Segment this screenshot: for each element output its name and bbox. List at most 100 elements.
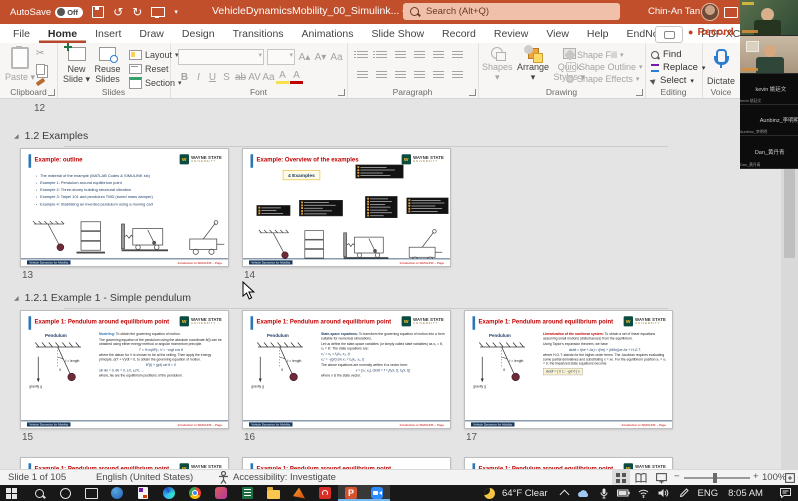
line-spacing-button[interactable]	[433, 51, 444, 60]
align-center-button[interactable]	[376, 71, 387, 80]
slide-12-number[interactable]: 12	[34, 103, 45, 114]
slide-16-thumbnail[interactable]: Example 1: Pendulum around equilibrium p…	[242, 310, 451, 429]
action-center-button[interactable]	[775, 485, 797, 501]
autosave-toggle[interactable]: AutoSave Off	[10, 7, 83, 18]
battery-tray-button[interactable]	[614, 485, 634, 501]
qat-customize-caret[interactable]: ▾	[174, 8, 178, 16]
text-direction-button[interactable]	[452, 51, 463, 60]
show-hidden-icons-button[interactable]	[556, 485, 574, 501]
tab-draw[interactable]: Draw	[130, 24, 173, 43]
start-slideshow-icon[interactable]	[151, 7, 165, 17]
bullets-button[interactable]	[357, 51, 368, 60]
taskbar-search-button[interactable]	[26, 485, 52, 501]
clear-formatting-button[interactable]: Aa	[330, 52, 343, 63]
section-header-examples[interactable]: ◢ 1.2 Examples	[14, 130, 88, 142]
tab-review[interactable]: Review	[485, 24, 537, 43]
zoom-in-button[interactable]: +	[753, 471, 759, 482]
font-name-combobox[interactable]	[178, 49, 264, 65]
weather-text[interactable]: 64°F Clear	[502, 488, 548, 499]
slide-13-number[interactable]: 13	[22, 270, 33, 281]
ribbon-display-options-icon[interactable]	[724, 7, 738, 18]
chrome-app-button[interactable]	[182, 485, 208, 501]
tab-help[interactable]: Help	[578, 24, 618, 43]
tab-slide-show[interactable]: Slide Show	[363, 24, 434, 43]
zoom-level[interactable]: 100%	[762, 472, 786, 483]
section-header-example1[interactable]: ◢ 1.2.1 Example 1 - Simple pendulum	[14, 292, 191, 304]
search-box[interactable]	[403, 3, 620, 20]
tab-insert[interactable]: Insert	[86, 24, 130, 43]
justify-button[interactable]	[414, 71, 425, 80]
acrobat-app-button[interactable]	[312, 485, 338, 501]
grow-font-button[interactable]: A▴	[298, 52, 311, 63]
slide-sorter-view-button[interactable]	[612, 470, 630, 486]
slide-counter[interactable]: Slide 1 of 105	[8, 472, 66, 483]
columns-button[interactable]	[433, 71, 444, 80]
arrange-button[interactable]: Arrange▾	[517, 44, 549, 82]
slide-16-number[interactable]: 16	[244, 432, 255, 443]
fit-to-window-icon[interactable]	[785, 473, 795, 483]
save-icon[interactable]	[92, 6, 104, 18]
skype-app-button[interactable]	[104, 485, 130, 501]
network-tray-button[interactable]	[634, 485, 654, 501]
text-shadow-button[interactable]: S	[220, 72, 233, 83]
zoom-slider-knob[interactable]	[713, 473, 717, 483]
paste-button[interactable]: Paste ▾	[5, 43, 35, 82]
tab-file[interactable]: File	[4, 24, 39, 43]
shape-effects-button[interactable]: Shape Effects▾	[566, 74, 643, 84]
copy-icon[interactable]	[36, 64, 45, 75]
format-painter-icon[interactable]	[36, 78, 46, 86]
comments-button[interactable]	[655, 26, 683, 43]
participant-tile[interactable]: Aunbinz_李明明 Aunbinz_李明明	[740, 105, 798, 136]
microphone-tray-button[interactable]	[594, 485, 614, 501]
shapes-button[interactable]: Shapes▾	[482, 43, 513, 82]
slide-17-thumbnail[interactable]: Example 1: Pendulum around equilibrium p…	[464, 310, 673, 429]
slide-17-number[interactable]: 17	[466, 432, 477, 443]
weather-button[interactable]	[476, 485, 502, 501]
increase-indent-button[interactable]	[414, 51, 425, 60]
drawing-dialog-launcher[interactable]	[636, 89, 643, 96]
change-case-button[interactable]: Aa	[262, 72, 275, 83]
character-spacing-button[interactable]: AV	[248, 72, 261, 83]
font-color-button[interactable]: A	[290, 70, 303, 84]
slide-13-thumbnail[interactable]: Example: outline W WAYNE STATEUNIVERSITY…	[20, 148, 229, 267]
task-view-button[interactable]	[78, 485, 104, 501]
file-explorer-button[interactable]	[260, 485, 286, 501]
participant-tile[interactable]: Dan_黄丹青 Dan_黄丹青	[740, 136, 798, 169]
shrink-font-button[interactable]: A▾	[314, 52, 327, 63]
section-collapse-icon[interactable]: ◢	[14, 295, 19, 302]
cut-icon[interactable]: ✂	[36, 48, 45, 59]
slide-15-thumbnail[interactable]: Example 1: Pendulum around equilibrium p…	[20, 310, 229, 429]
zoom-slider-track[interactable]	[684, 477, 750, 479]
reuse-slides-button[interactable]: ReuseSlides	[95, 43, 121, 84]
slide-14-thumbnail[interactable]: Example: Overview of the examples W WAYN…	[242, 148, 451, 267]
underline-button[interactable]: U	[206, 72, 219, 83]
shape-fill-button[interactable]: Shape Fill▾	[566, 50, 643, 60]
section-collapse-icon[interactable]: ◢	[14, 133, 19, 140]
italic-button[interactable]: I	[192, 72, 205, 83]
convert-smartart-button[interactable]	[452, 71, 463, 80]
clipboard-dialog-launcher[interactable]	[48, 89, 55, 96]
shape-outline-button[interactable]: Shape Outline▾	[566, 62, 643, 72]
reading-view-button[interactable]	[632, 470, 650, 486]
input-language-button[interactable]: ENG	[698, 488, 719, 499]
tab-view[interactable]: View	[537, 24, 578, 43]
excel-app-button[interactable]	[234, 485, 260, 501]
tab-animations[interactable]: Animations	[293, 24, 363, 43]
tab-design[interactable]: Design	[173, 24, 224, 43]
notes-app-button[interactable]	[130, 485, 156, 501]
align-left-button[interactable]	[357, 71, 368, 80]
slideshow-view-button[interactable]	[652, 470, 670, 486]
font-size-combobox[interactable]	[267, 49, 295, 65]
edge-app-button[interactable]	[156, 485, 182, 501]
tab-record[interactable]: Record	[433, 24, 485, 43]
replace-button[interactable]: Replace▾	[651, 62, 705, 73]
strikethrough-button[interactable]: ab	[234, 72, 247, 83]
slide-14-number[interactable]: 14	[244, 270, 255, 281]
highlight-color-button[interactable]: A	[276, 70, 289, 84]
undo-icon[interactable]: ↺	[113, 6, 123, 18]
paragraph-dialog-launcher[interactable]	[469, 89, 476, 96]
volume-tray-button[interactable]	[654, 485, 674, 501]
tab-home[interactable]: Home	[39, 24, 86, 43]
font-dialog-launcher[interactable]	[338, 89, 345, 96]
dictate-button[interactable]: Dictate	[706, 43, 736, 86]
